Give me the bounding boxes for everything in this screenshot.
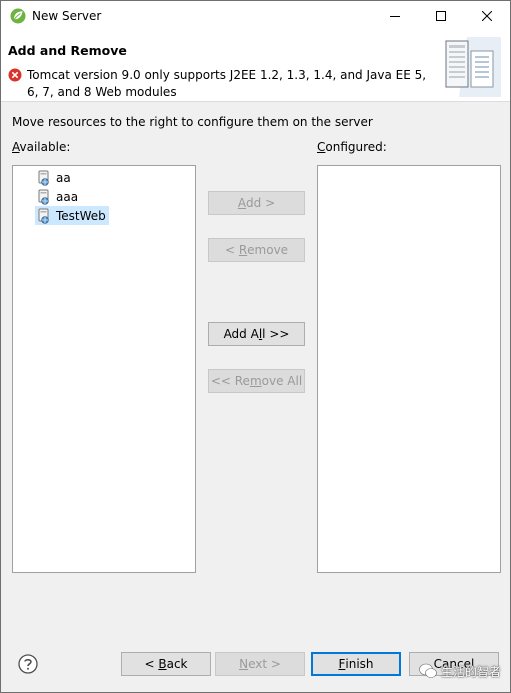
minimize-button[interactable]: [372, 1, 418, 31]
error-message: Tomcat version 9.0 only supports J2EE 1.…: [27, 68, 427, 99]
web-project-icon: [38, 208, 49, 224]
remove-button[interactable]: < Remove: [208, 238, 305, 262]
list-item-label: aaa: [56, 189, 79, 204]
remove-all-button[interactable]: << Re m ove All: [208, 369, 305, 393]
page-title: Add and Remove: [8, 43, 127, 58]
minimize-icon: [390, 16, 400, 17]
maximize-icon: [436, 11, 446, 21]
help-question-icon[interactable]: [18, 654, 38, 674]
finish-button[interactable]: Finish: [311, 652, 401, 676]
maximize-button[interactable]: [418, 1, 464, 31]
next-button[interactable]: Next >: [215, 652, 305, 676]
available-label: Available:: [12, 140, 71, 154]
back-button[interactable]: < Back: [121, 652, 211, 676]
web-project-icon: [38, 170, 49, 186]
new-server-dialog: New Server Add and Remove Tomcat version…: [0, 0, 511, 693]
list-item-aa[interactable]: aa: [35, 168, 74, 187]
server-wizard-graphic: [437, 37, 501, 97]
available-list[interactable]: aa aaa TestWeb: [12, 165, 196, 573]
add-button[interactable]: Add >: [208, 191, 305, 215]
list-item-label: TestWeb: [56, 208, 106, 223]
watermark: 生活的智者: [419, 658, 510, 684]
spring-leaf-icon: [10, 8, 26, 24]
add-all-button[interactable]: Add All >>: [208, 322, 305, 346]
list-item-label: aa: [56, 170, 71, 185]
wechat-icon: [419, 663, 437, 678]
configured-label: Configured:: [317, 140, 387, 154]
configured-list[interactable]: [317, 165, 501, 573]
close-button[interactable]: [464, 1, 510, 31]
wizard-banner: Add and Remove Tomcat version 9.0 only s…: [1, 31, 510, 102]
window-title: New Server: [32, 9, 102, 23]
web-project-icon: [38, 189, 49, 205]
list-item-testweb[interactable]: TestWeb: [35, 206, 109, 225]
title-bar[interactable]: New Server: [1, 1, 510, 31]
list-item-aaa[interactable]: aaa: [35, 187, 81, 206]
close-icon: [482, 11, 492, 21]
watermark-text: 生活的智者: [441, 664, 502, 679]
instruction-text: Move resources to the right to configure…: [12, 115, 373, 129]
error-x-icon: [8, 68, 22, 82]
